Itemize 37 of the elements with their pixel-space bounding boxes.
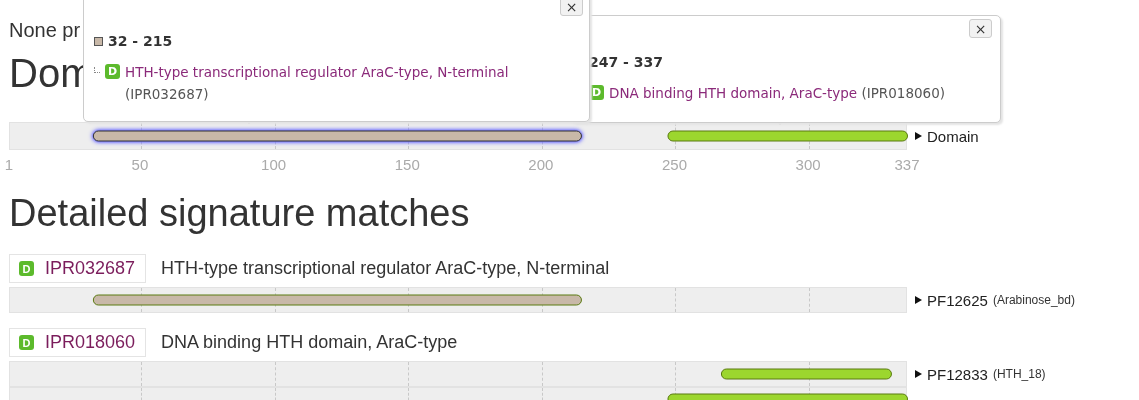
range-text: 32 - 215 [108,33,173,49]
entry-description: HTH-type transcriptional regulator AraC-type, N-terminal (IPR032687) [125,63,510,104]
domain-badge: D [19,335,34,350]
entry-name: DNA binding HTH domain, AraC-type [161,332,458,353]
axis-label: 337 [894,156,920,173]
accession-link[interactable]: IPR018060 [45,332,136,353]
axis-label: 150 [394,156,420,173]
domain-badge: D [105,64,120,79]
match-bar[interactable] [720,368,892,380]
domain-badge: D [19,261,34,276]
signature-name: (HTH_18) [992,367,1046,381]
tree-icon [94,67,100,73]
axis-label: 1 [4,156,14,173]
axis-label: 50 [131,156,149,173]
entry-link[interactable]: HTH-type transcriptional regulator AraC-type, N-terminal [125,64,509,80]
entry-description: DNA binding HTH domain, AraC-type (IPR018060) [609,84,945,103]
section-heading: Detailed signature matches [9,191,470,235]
signature-label[interactable]: PF12833 [927,365,988,383]
square-icon [94,36,103,46]
signature-name: (Arabinose_bd) [992,293,1075,307]
entry-name: HTH-type transcriptional regulator AraC-type, N-terminal [161,258,610,279]
signature-label[interactable]: PF12625 [927,291,988,309]
match-bar[interactable] [92,130,582,142]
accession-link[interactable]: IPR032687 [45,258,136,279]
axis-label: 100 [261,156,287,173]
intro-text: None pr [9,18,81,42]
caret-icon[interactable] [915,296,922,304]
range-text: 247 - 337 [589,54,663,70]
axis-label: 200 [528,156,554,173]
caret-icon[interactable] [915,132,922,140]
entry-link[interactable]: DNA binding HTH domain, AraC-type [609,85,858,101]
close-button[interactable]: × [969,19,992,38]
caret-icon[interactable] [915,370,922,378]
axis-label: 300 [795,156,821,173]
track-label[interactable]: Domain [927,127,979,145]
close-button[interactable]: × [560,0,583,16]
axis-label: 250 [661,156,687,173]
